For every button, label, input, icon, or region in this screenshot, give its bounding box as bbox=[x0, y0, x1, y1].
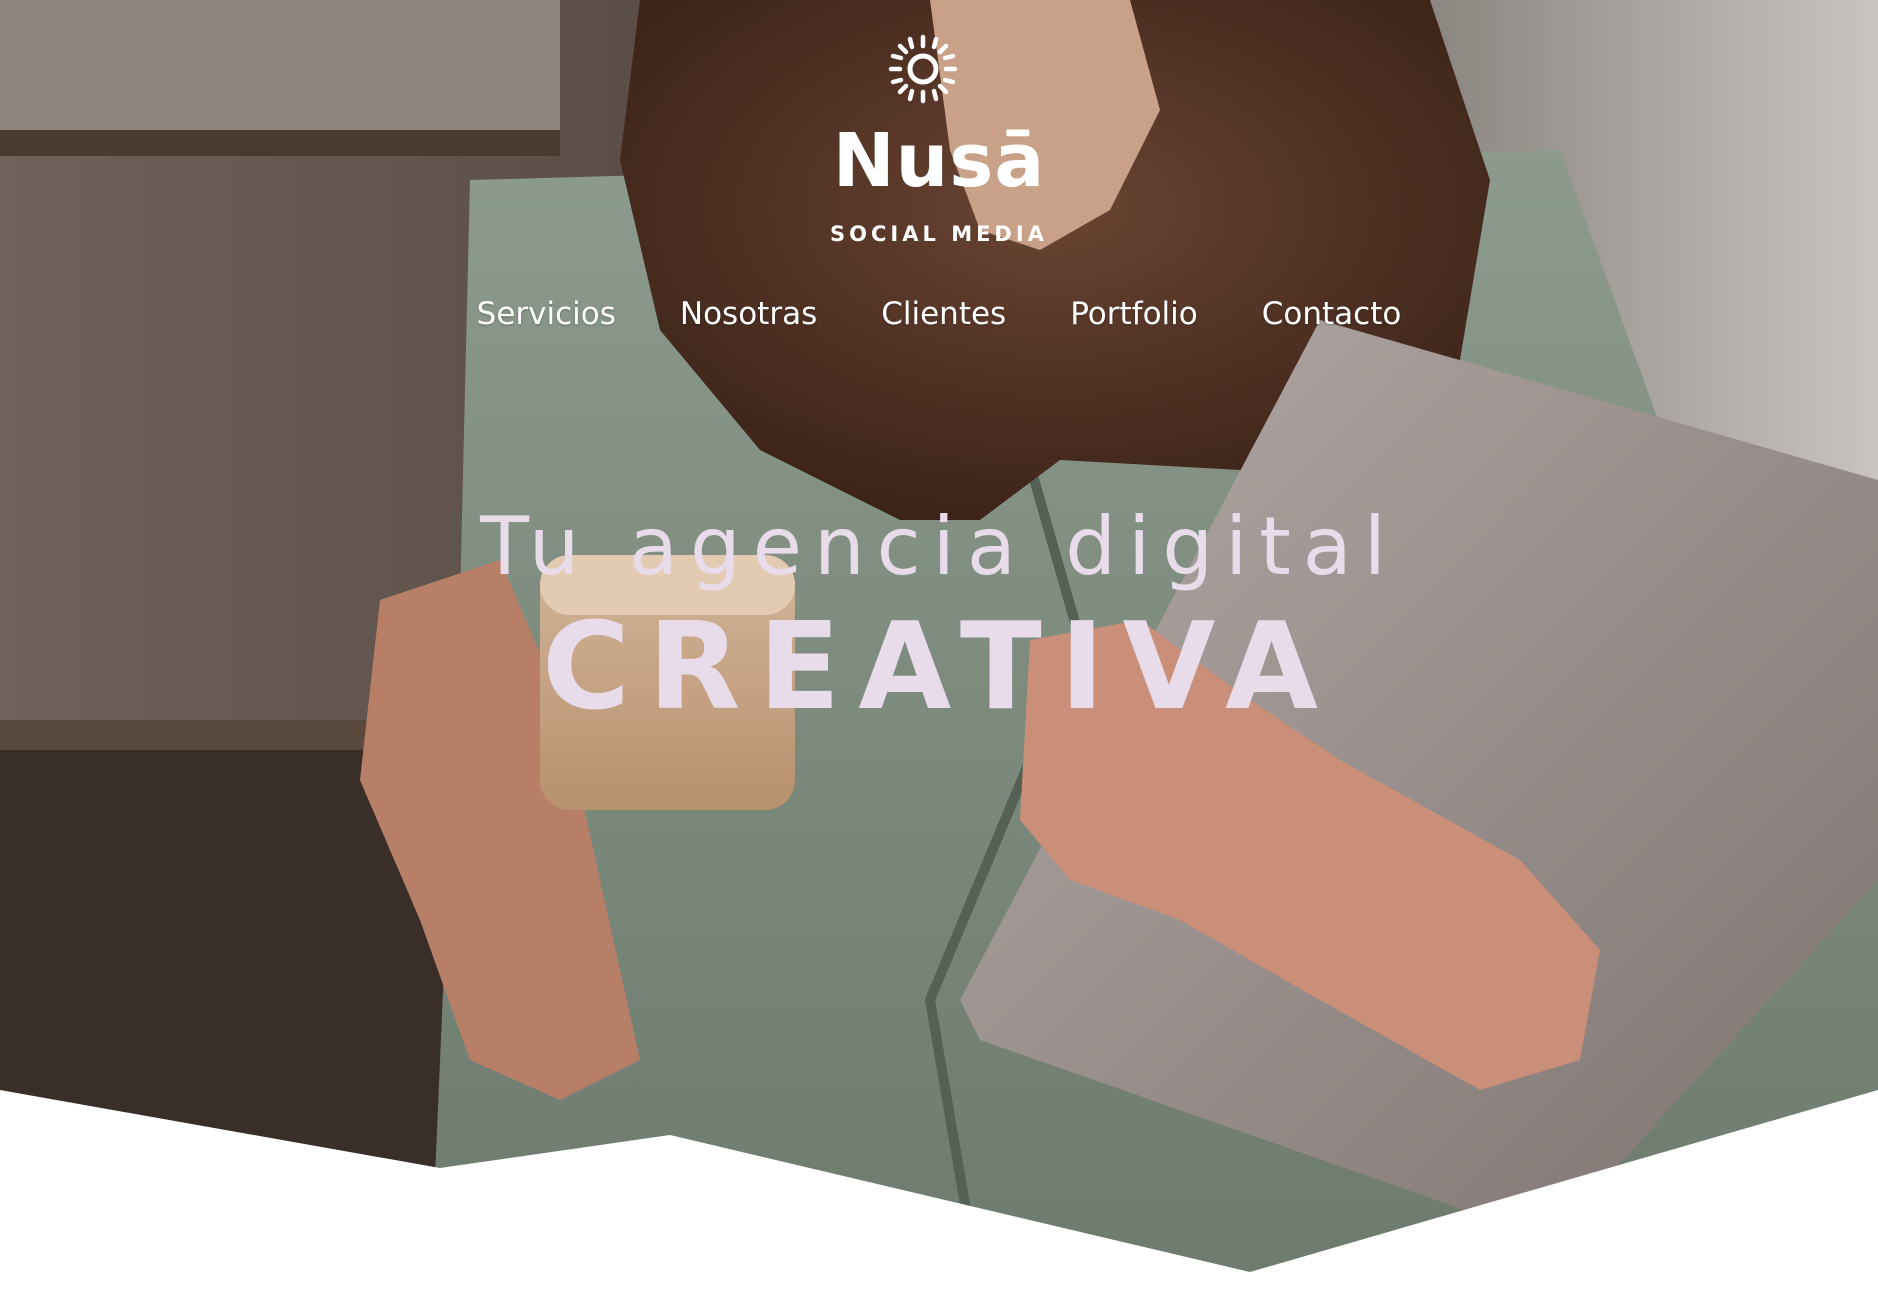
main-nav: Servicios Nosotras Clientes Portfolio Co… bbox=[0, 296, 1878, 332]
brand-tagline: SOCIAL MEDIA bbox=[830, 222, 1048, 246]
brand-name[interactable]: Nusā bbox=[0, 118, 1878, 204]
hero-section: Nusā SOCIAL MEDIA Servicios Nosotras Cli… bbox=[0, 0, 1878, 1292]
nav-item-nosotras[interactable]: Nosotras bbox=[680, 296, 817, 332]
hero-headline: Tu agencia digital bbox=[480, 500, 1398, 593]
nav-item-contacto[interactable]: Contacto bbox=[1262, 296, 1402, 332]
nav-item-clientes[interactable]: Clientes bbox=[881, 296, 1006, 332]
nav-item-servicios[interactable]: Servicios bbox=[477, 296, 616, 332]
nav-item-portfolio[interactable]: Portfolio bbox=[1070, 296, 1198, 332]
hero-headline-emphasis: CREATIVA bbox=[541, 598, 1337, 737]
sun-icon[interactable] bbox=[888, 34, 958, 104]
